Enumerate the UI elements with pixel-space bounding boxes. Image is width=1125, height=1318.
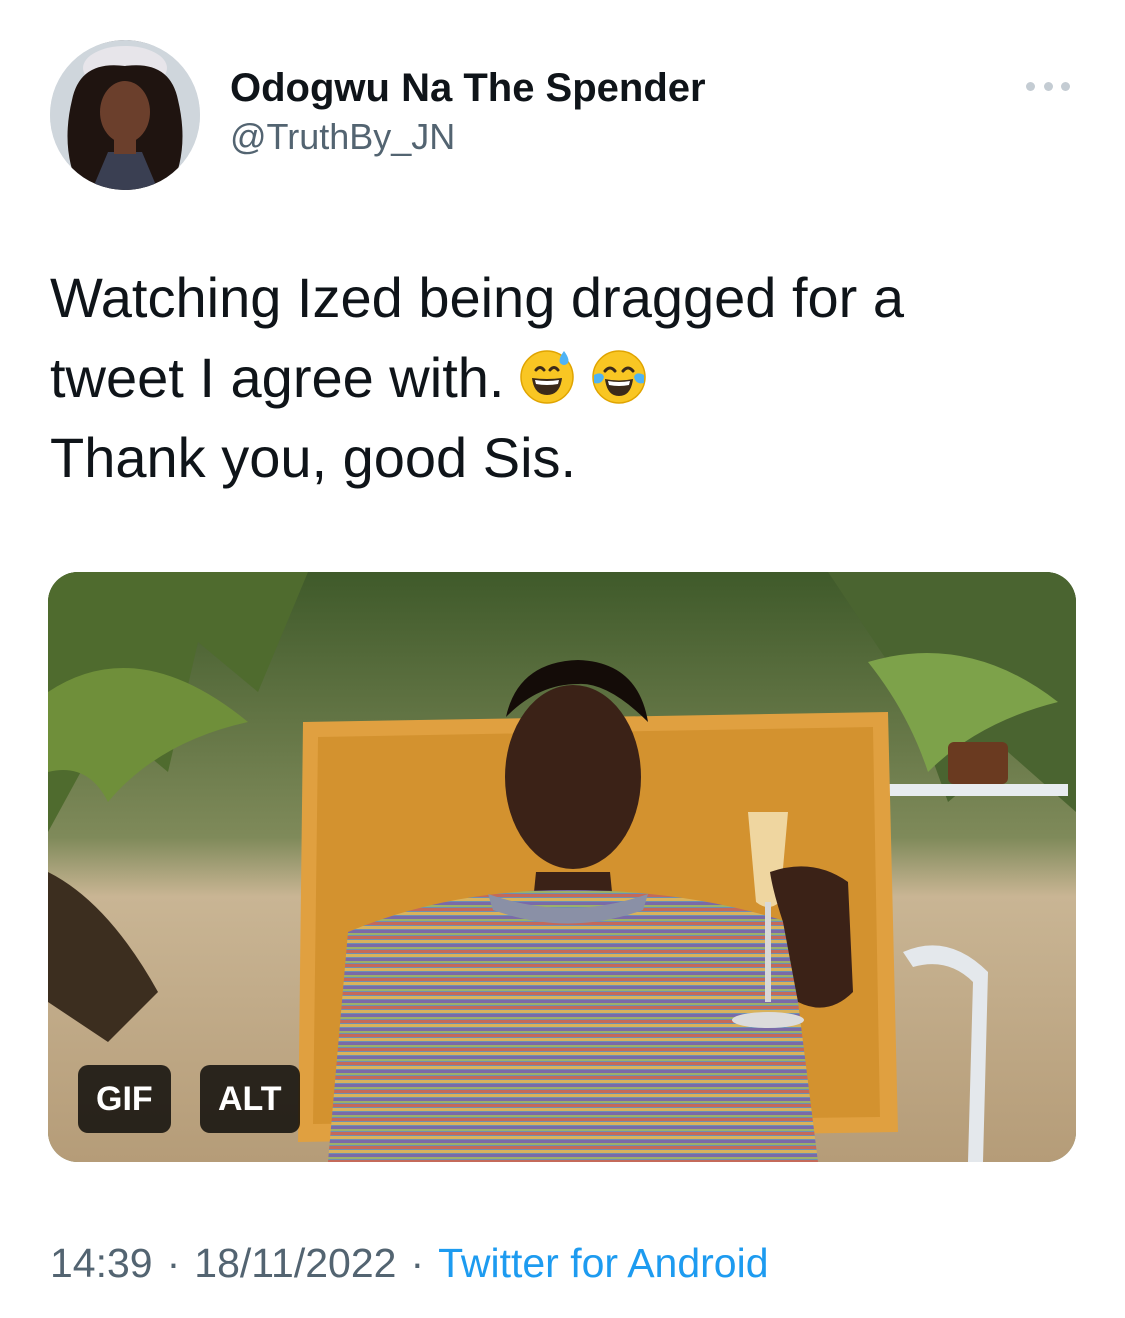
- alt-text-button[interactable]: ALT: [200, 1065, 300, 1133]
- meta-separator: ·: [410, 1240, 425, 1286]
- avatar[interactable]: [50, 40, 200, 190]
- author-display-name[interactable]: Odogwu Na The Spender: [230, 62, 706, 114]
- tweet: Odogwu Na The Spender @TruthBy_JN Watchi…: [0, 0, 1125, 1318]
- more-dot: [1043, 81, 1053, 91]
- face-with-tears-of-joy-icon: [590, 346, 648, 404]
- tweet-text-line-3: Thank you, good Sis.: [50, 426, 577, 489]
- tweet-time[interactable]: 14:39: [50, 1240, 153, 1286]
- tweet-date[interactable]: 18/11/2022: [194, 1240, 396, 1286]
- more-dot: [1026, 81, 1035, 91]
- tweet-text-line-2-text: tweet I agree with.: [50, 346, 505, 409]
- tweet-source-link[interactable]: Twitter for Android: [438, 1240, 768, 1286]
- tweet-text-line-2: tweet I agree with.: [50, 338, 1070, 418]
- more-dot: [1061, 81, 1070, 91]
- tweet-text-line-1: Watching Ized being dragged for a: [50, 266, 905, 329]
- more-options-icon[interactable]: [1026, 76, 1070, 96]
- meta-separator: ·: [166, 1240, 181, 1286]
- grinning-face-with-sweat-icon: [518, 346, 576, 404]
- author-handle[interactable]: @TruthBy_JN: [230, 114, 706, 160]
- gif-badge: GIF: [78, 1065, 171, 1133]
- tweet-text: Watching Ized being dragged for a tweet …: [50, 258, 1070, 498]
- author-names: Odogwu Na The Spender @TruthBy_JN: [230, 62, 706, 160]
- tweet-meta: 14:39 · 18/11/2022 · Twitter for Android: [50, 1237, 769, 1289]
